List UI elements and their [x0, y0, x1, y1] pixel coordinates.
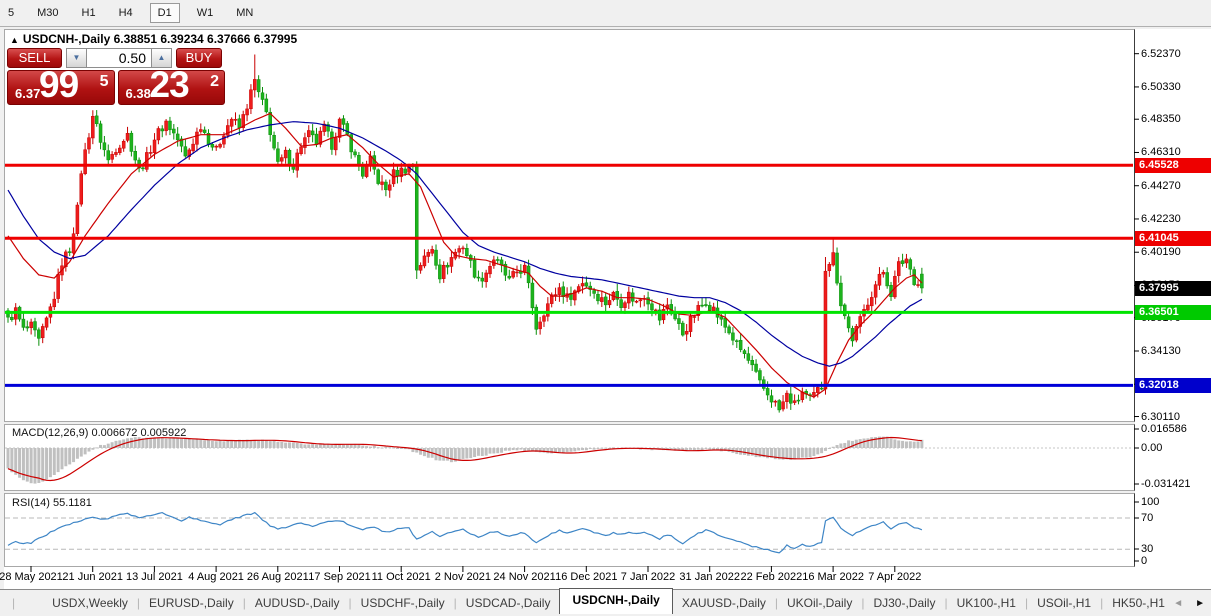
date-axis-label: 22 Feb 2022	[741, 571, 803, 583]
date-axis-label: 24 Nov 2021	[493, 571, 555, 583]
timeframe-toolbar: 5 M30 H1 H4 D1 W1 MN	[0, 0, 1211, 27]
chart-ohlc-values: 6.38851 6.39234 6.37666 6.37995	[114, 32, 298, 46]
tab-scroll-left-icon[interactable]: ◄	[1173, 598, 1183, 609]
symbol-tab-bar: |USDX,Weekly|EURUSD-,Daily|AUDUSD-,Daily…	[0, 589, 1211, 616]
price-badge: 6.45528	[1135, 158, 1211, 173]
price-badge: 6.32018	[1135, 378, 1211, 393]
price-axis-label: 6.48350	[1141, 113, 1181, 125]
chart-title: ▲ USDCNH-,Daily 6.38851 6.39234 6.37666 6…	[10, 32, 297, 46]
rsi-label: RSI(14) 55.1181	[12, 497, 92, 509]
symbol-tab-audusddaily[interactable]: AUDUSD-,Daily	[246, 596, 349, 610]
date-axis-label: 13 Jul 2021	[126, 571, 183, 583]
date-axis-label: 17 Sep 2021	[308, 571, 370, 583]
tab-scroll-right-icon[interactable]: ►	[1195, 598, 1205, 609]
symbol-tab-usdxweekly[interactable]: USDX,Weekly	[43, 596, 137, 610]
rsi-axis-label: 30	[1141, 543, 1153, 555]
sell-price-prefix: 6.37	[15, 86, 40, 101]
date-axis-label: 2 Nov 2021	[435, 571, 491, 583]
date-axis-label: 16 Mar 2022	[802, 571, 864, 583]
sell-price-sup: 5	[100, 73, 109, 91]
price-badge: 6.41045	[1135, 231, 1211, 246]
date-axis-label: 26 Aug 2021	[247, 571, 309, 583]
macd-signal-value: 0.005922	[140, 427, 186, 439]
date-axis-label: 28 May 2021	[0, 571, 63, 583]
symbol-tab-hk50h1[interactable]: HK50-,H1	[1103, 596, 1174, 610]
symbol-tab-eurusddaily[interactable]: EURUSD-,Daily	[140, 596, 243, 610]
buy-price-box[interactable]: 6.38 23 2	[118, 70, 226, 105]
timeframe-button-h4[interactable]: H4	[113, 3, 139, 23]
macd-name: MACD(12,26,9)	[12, 427, 88, 439]
date-axis-label: 7 Jan 2022	[621, 571, 675, 583]
timeframe-button-5[interactable]: 5	[2, 3, 20, 23]
tab-bar-left-divider: |	[12, 596, 15, 610]
symbol-tab-uk100h1[interactable]: UK100-,H1	[948, 596, 1025, 610]
timeframe-button-d1[interactable]: D1	[150, 3, 180, 23]
buy-price-sup: 2	[210, 73, 219, 91]
tab-scroll-controls: ◄►	[1173, 598, 1205, 609]
sell-price-big: 99	[39, 64, 78, 106]
macd-main-value: 0.006672	[91, 427, 137, 439]
price-badge: 6.37995	[1135, 281, 1211, 296]
one-click-trade-panel: SELL ▼ 0.50 ▲ BUY 6.37 99 5 6.38 23 2	[7, 48, 225, 105]
rsi-name: RSI(14)	[12, 497, 50, 509]
price-axis-label: 6.52370	[1141, 48, 1181, 60]
symbol-tab-usoilh1[interactable]: USOil-,H1	[1028, 596, 1100, 610]
symbol-tab-ukoildaily[interactable]: UKOil-,Daily	[778, 596, 861, 610]
date-axis-label: 16 Dec 2021	[555, 571, 617, 583]
symbol-tab-usdcaddaily[interactable]: USDCAD-,Daily	[457, 596, 560, 610]
symbol-tab-usdcnhdaily[interactable]: USDCNH-,Daily	[559, 588, 672, 614]
rsi-value: 55.1181	[53, 497, 92, 509]
date-axis-label: 11 Oct 2021	[372, 571, 431, 583]
rsi-axis-label: 100	[1141, 496, 1159, 508]
price-axis-label: 6.30110	[1141, 411, 1180, 423]
date-axis-label: 7 Apr 2022	[868, 571, 921, 583]
price-axis-label: 6.42230	[1141, 213, 1181, 225]
collapse-triangle-icon[interactable]: ▲	[10, 35, 19, 45]
date-axis-label: 31 Jan 2022	[679, 571, 740, 583]
volume-input[interactable]: 0.50	[87, 48, 151, 68]
symbol-tab-dj30daily[interactable]: DJ30-,Daily	[864, 596, 944, 610]
macd-axis-label: 0.00	[1141, 442, 1162, 454]
price-axis-label: 6.44270	[1141, 180, 1181, 192]
price-axis-label: 6.34130	[1141, 345, 1181, 357]
buy-price-prefix: 6.38	[126, 86, 151, 101]
rsi-axis-label: 0	[1141, 555, 1147, 567]
chart-symbol-label: USDCNH-,Daily	[23, 32, 110, 46]
macd-axis-label: 0.016586	[1141, 423, 1187, 435]
date-axis-label: 21 Jun 2021	[62, 571, 123, 583]
symbol-tab-xauusddaily[interactable]: XAUUSD-,Daily	[673, 596, 775, 610]
timeframe-button-mn[interactable]: MN	[230, 3, 259, 23]
price-axis-label: 6.46310	[1141, 146, 1181, 158]
sell-price-box[interactable]: 6.37 99 5	[7, 70, 115, 105]
price-axis-label: 6.40190	[1141, 246, 1181, 258]
timeframe-button-w1[interactable]: W1	[191, 3, 220, 23]
rsi-panel[interactable]	[4, 493, 1135, 567]
rsi-axis-label: 70	[1141, 512, 1153, 524]
timeframe-button-h1[interactable]: H1	[76, 3, 102, 23]
price-badge: 6.36501	[1135, 305, 1211, 320]
date-axis-label: 4 Aug 2021	[188, 571, 244, 583]
macd-axis-label: -0.031421	[1141, 478, 1191, 490]
macd-label: MACD(12,26,9) 0.006672 0.005922	[12, 427, 186, 439]
buy-price-big: 23	[150, 64, 189, 106]
price-axis-label: 6.50330	[1141, 81, 1181, 93]
symbol-tab-usdchfdaily[interactable]: USDCHF-,Daily	[352, 596, 454, 610]
timeframe-button-m30[interactable]: M30	[31, 3, 64, 23]
